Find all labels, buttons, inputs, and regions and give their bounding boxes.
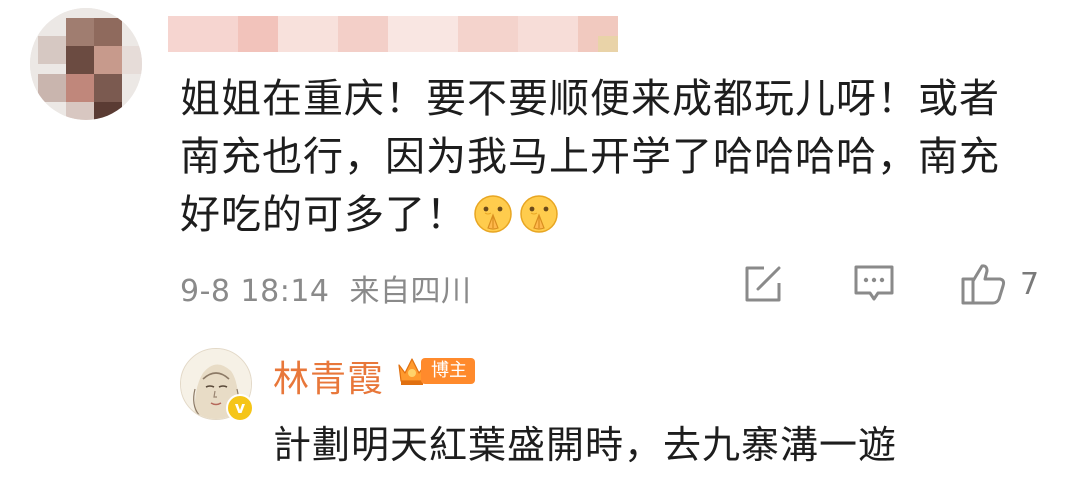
reply-author-name[interactable]: 林青霞 — [273, 350, 384, 402]
comment-icon — [854, 265, 894, 301]
share-icon — [745, 266, 781, 302]
comment-location: 来自四川 — [349, 274, 472, 309]
host-badge: 博主 — [397, 355, 475, 387]
commenter-name-redacted[interactable] — [168, 16, 638, 52]
pray-emoji-icon — [519, 192, 559, 233]
comment-body: 姐姐在重庆！要不要顺便来成都玩儿呀！或者南充也行，因为我马上开学了哈哈哈哈，南充… — [180, 70, 1040, 244]
thumbs-up-icon — [961, 264, 1006, 305]
like-button[interactable]: 7 — [960, 262, 1039, 306]
like-count: 7 — [1020, 266, 1040, 302]
share-button[interactable] — [742, 262, 784, 306]
comment-timestamp: 9-8 18:14 — [180, 274, 330, 309]
comment-thread: 姐姐在重庆！要不要顺便来成都玩儿呀！或者南充也行，因为我马上开学了哈哈哈哈，南充… — [0, 0, 1080, 500]
commenter-avatar[interactable] — [30, 8, 142, 120]
pray-emoji-icon — [473, 192, 513, 233]
comment-text: 姐姐在重庆！要不要顺便来成都玩儿呀！或者南充也行，因为我马上开学了哈哈哈哈，南充… — [180, 76, 1000, 238]
comment-meta: 9-8 18:14 来自四川 — [180, 266, 472, 310]
reply-body: 計劃明天紅葉盛開時，去九寨溝一遊 — [273, 423, 898, 467]
verified-icon: v — [226, 394, 254, 422]
comment-button[interactable] — [852, 262, 896, 306]
host-badge-label: 博主 — [421, 358, 475, 384]
